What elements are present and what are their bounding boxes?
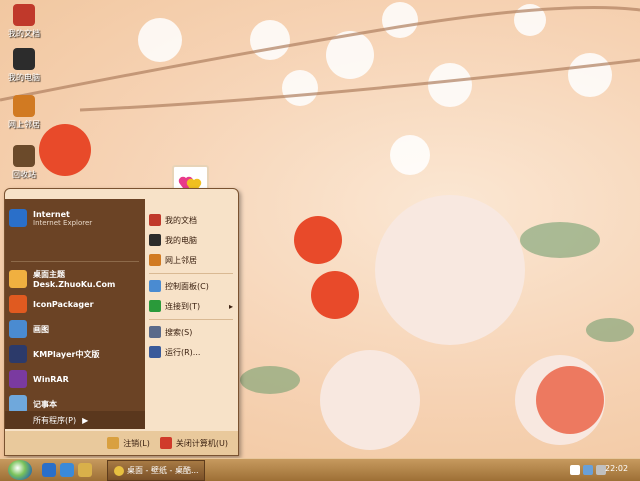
place-label: 搜索(S) bbox=[165, 327, 193, 337]
computer-icon bbox=[13, 48, 35, 70]
logoff-label: 注销(L) bbox=[123, 438, 150, 448]
shutdown-label: 关闭计算机(U) bbox=[175, 438, 228, 448]
desktop-icon-label: 我的文档 bbox=[8, 29, 40, 38]
place-my-documents[interactable]: 我的文档 bbox=[149, 211, 235, 229]
place-label: 我的电脑 bbox=[165, 235, 197, 245]
menu-item-iconpackager[interactable]: IconPackager bbox=[9, 292, 143, 316]
arrow-right-icon: ▶ bbox=[82, 415, 89, 425]
desktop-icon-network[interactable]: 网上邻居 bbox=[2, 95, 46, 130]
ie-quicklaunch-icon[interactable] bbox=[42, 463, 56, 477]
taskbar: 桌面 - 壁纸 - 桌酷... 22:02 bbox=[0, 458, 640, 481]
all-programs-button[interactable]: 所有程序(P) ▶ bbox=[5, 411, 145, 429]
folder-icon bbox=[13, 4, 35, 26]
iconpackager-icon bbox=[9, 295, 27, 313]
start-menu-footer: 注销(L) 关闭计算机(U) bbox=[5, 431, 238, 455]
desktop-icon-my-computer[interactable]: 我的电脑 bbox=[2, 48, 46, 83]
menu-item-title: 桌面主题Desk.ZhuoKu.Com bbox=[33, 270, 116, 289]
start-menu-programs: Internet Internet Explorer 桌面主题Desk.Zhuo… bbox=[5, 199, 145, 421]
menu-item-desk-theme[interactable]: 桌面主题Desk.ZhuoKu.Com bbox=[9, 267, 143, 291]
desktop-icon-my-documents[interactable]: 我的文档 bbox=[2, 4, 46, 39]
menu-item-kmplayer[interactable]: KMPlayer中文版 bbox=[9, 342, 143, 366]
desk-theme-icon bbox=[9, 270, 27, 288]
menu-item-paint[interactable]: 画图 bbox=[9, 317, 143, 341]
start-menu: Internet Internet Explorer 桌面主题Desk.Zhuo… bbox=[4, 188, 239, 456]
desktop-icon-recycle-bin[interactable]: 回收站 bbox=[2, 145, 46, 180]
menu-item-title: 记事本 bbox=[33, 399, 57, 409]
power-icon bbox=[159, 437, 172, 449]
menu-item-title: IconPackager bbox=[33, 299, 94, 309]
tray-arrow-icon[interactable] bbox=[570, 465, 580, 475]
menu-separator bbox=[149, 319, 233, 320]
menu-item-title: WinRAR bbox=[33, 374, 69, 384]
menu-item-title: KMPlayer中文版 bbox=[33, 349, 100, 359]
place-label: 网上邻居 bbox=[165, 255, 197, 265]
menu-separator bbox=[149, 273, 233, 274]
taskbar-window-button[interactable]: 桌面 - 壁纸 - 桌酷... bbox=[107, 460, 205, 481]
messenger-quicklaunch-icon[interactable] bbox=[60, 463, 74, 477]
paint-icon bbox=[9, 320, 27, 338]
computer-icon bbox=[149, 234, 161, 246]
desktop-icon-label: 我的电脑 bbox=[8, 73, 40, 82]
folder-icon bbox=[149, 214, 161, 226]
menu-item-winrar[interactable]: WinRAR bbox=[9, 367, 143, 391]
network-tray-icon[interactable] bbox=[583, 465, 593, 475]
place-my-computer[interactable]: 我的电脑 bbox=[149, 231, 235, 249]
desktop-icon-label: 网上邻居 bbox=[8, 120, 40, 129]
control-panel-icon bbox=[149, 280, 161, 292]
run-icon bbox=[149, 346, 161, 358]
desktop-icon-label: 回收站 bbox=[12, 170, 36, 179]
taskbar-window-label: 桌面 - 壁纸 - 桌酷... bbox=[127, 466, 199, 475]
globe-icon bbox=[149, 300, 161, 312]
place-label: 运行(R)... bbox=[165, 347, 201, 357]
menu-separator bbox=[11, 261, 139, 262]
all-programs-label: 所有程序(P) bbox=[33, 415, 77, 425]
clock[interactable]: 22:02 bbox=[605, 464, 628, 473]
recycle-bin-icon bbox=[13, 145, 35, 167]
show-desktop-icon[interactable] bbox=[78, 463, 92, 477]
start-button[interactable] bbox=[8, 460, 32, 480]
menu-item-desc: Internet Explorer bbox=[33, 218, 93, 227]
menu-item-internet[interactable]: Internet Internet Explorer bbox=[9, 203, 143, 233]
winrar-icon bbox=[9, 370, 27, 388]
place-control-panel[interactable]: 控制面板(C) bbox=[149, 277, 235, 295]
start-menu-places: 我的文档 我的电脑 网上邻居 控制面板(C) 连接到(T) ▸ 搜索(S) 运行… bbox=[145, 199, 238, 431]
network-icon bbox=[149, 254, 161, 266]
kmplayer-icon bbox=[9, 345, 27, 363]
menu-item-title: 画图 bbox=[33, 324, 49, 334]
network-icon bbox=[13, 95, 35, 117]
search-icon bbox=[149, 326, 161, 338]
place-label: 连接到(T) bbox=[165, 301, 201, 311]
key-icon bbox=[107, 437, 120, 449]
logoff-button[interactable]: 注销(L) bbox=[107, 437, 150, 449]
browser-icon bbox=[114, 465, 124, 476]
place-network[interactable]: 网上邻居 bbox=[149, 251, 235, 269]
place-label: 我的文档 bbox=[165, 215, 197, 225]
internet-explorer-icon bbox=[9, 209, 27, 227]
place-label: 控制面板(C) bbox=[165, 281, 209, 291]
arrow-right-icon: ▸ bbox=[228, 301, 233, 311]
menu-item-title: Internet bbox=[33, 209, 70, 219]
shutdown-button[interactable]: 关闭计算机(U) bbox=[159, 437, 228, 449]
place-search[interactable]: 搜索(S) bbox=[149, 323, 235, 341]
place-run[interactable]: 运行(R)... bbox=[149, 343, 235, 361]
place-connect-to[interactable]: 连接到(T) ▸ bbox=[149, 297, 235, 315]
